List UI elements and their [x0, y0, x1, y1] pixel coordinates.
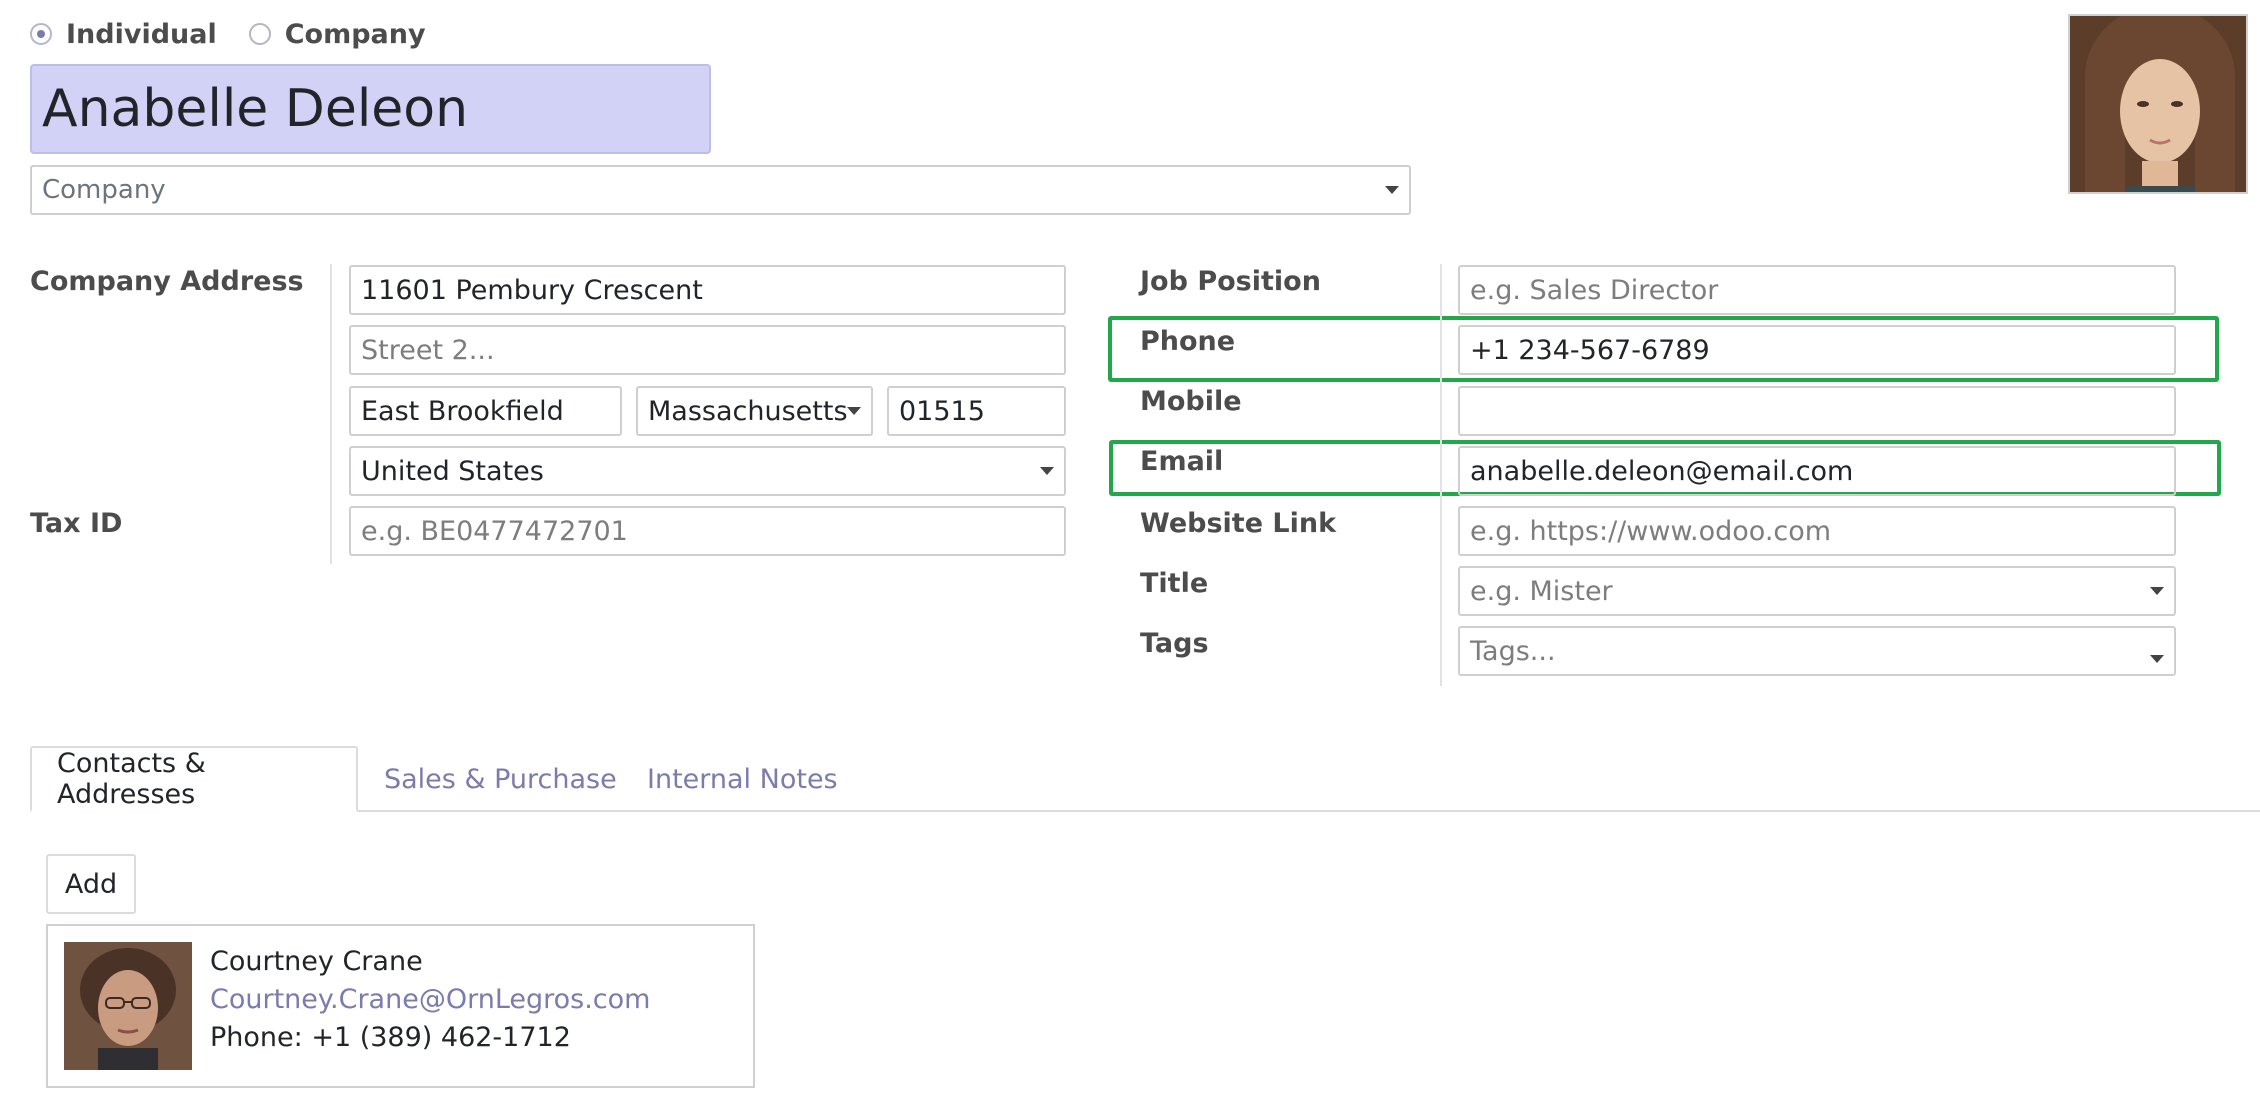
caret-down-icon [847, 407, 861, 415]
address-label: Company Address [30, 266, 304, 297]
tags-label: Tags [1140, 628, 1209, 659]
job-position-input[interactable]: e.g. Sales Director [1458, 265, 2176, 315]
street-input[interactable]: 11601 Pembury Crescent [349, 265, 1066, 315]
caret-down-icon [2150, 654, 2164, 663]
contact-name: Courtney Crane [210, 946, 423, 977]
avatar-image [2070, 16, 2246, 192]
radio-individual-label: Individual [66, 18, 217, 50]
contact-avatar [64, 942, 192, 1070]
website-input[interactable]: e.g. https://www.odoo.com [1458, 506, 2176, 556]
company-select-placeholder: Company [42, 175, 166, 205]
title-select[interactable]: e.g. Mister [1458, 566, 2176, 616]
phone-input[interactable]: +1 234-567-6789 [1458, 325, 2176, 375]
left-divider [330, 264, 332, 564]
mobile-label: Mobile [1140, 386, 1242, 417]
job-position-label: Job Position [1140, 266, 1321, 297]
radio-unchecked-icon [248, 23, 271, 45]
title-placeholder: e.g. Mister [1470, 575, 1613, 607]
radio-individual[interactable]: Individual [30, 19, 217, 50]
contact-email-link[interactable]: Courtney.Crane@OrnLegros.com [210, 984, 650, 1015]
tax-id-input[interactable]: e.g. BE0477472701 [349, 506, 1066, 556]
website-label: Website Link [1140, 508, 1337, 539]
tab-internal-notes[interactable]: Internal Notes [622, 746, 863, 812]
add-contact-button[interactable]: Add [46, 854, 136, 914]
country-select[interactable]: United States [349, 446, 1066, 496]
tags-placeholder: Tags... [1470, 635, 1556, 667]
radio-company-label: Company [284, 18, 426, 50]
phone-label: Phone [1140, 326, 1236, 357]
caret-down-icon [1385, 186, 1399, 194]
title-label: Title [1140, 568, 1209, 599]
contact-avatar-image [64, 942, 192, 1070]
tab-contacts-addresses[interactable]: Contacts & Addresses [30, 746, 358, 812]
tab-sales-purchase[interactable]: Sales & Purchase [359, 746, 642, 812]
tags-input[interactable]: Tags... [1458, 626, 2176, 676]
zip-input[interactable]: 01515 [887, 386, 1066, 436]
email-label: Email [1140, 446, 1224, 477]
name-input[interactable]: Anabelle Deleon [30, 64, 711, 154]
tax-id-label: Tax ID [30, 508, 123, 539]
caret-down-icon [2150, 587, 2164, 595]
radio-checked-icon [30, 23, 52, 45]
contact-card[interactable]: Courtney Crane Courtney.Crane@OrnLegros.… [46, 924, 755, 1088]
partner-type-selector: Individual Company [30, 14, 458, 54]
right-divider [1440, 264, 1442, 686]
mobile-input[interactable] [1458, 386, 2176, 436]
contact-phone: Phone: +1 (389) 462-1712 [210, 1022, 571, 1053]
email-input[interactable]: anabelle.deleon@email.com [1458, 446, 2176, 496]
street2-input[interactable]: Street 2... [349, 325, 1066, 375]
avatar[interactable] [2068, 14, 2248, 194]
city-input[interactable]: East Brookfield [349, 386, 622, 436]
company-select[interactable]: Company [30, 165, 1411, 215]
caret-down-icon [1040, 467, 1054, 475]
radio-company[interactable]: Company [248, 18, 426, 50]
state-value: Massachusetts [648, 395, 848, 427]
state-select[interactable]: Massachusetts [636, 386, 873, 436]
country-value: United States [361, 455, 544, 487]
